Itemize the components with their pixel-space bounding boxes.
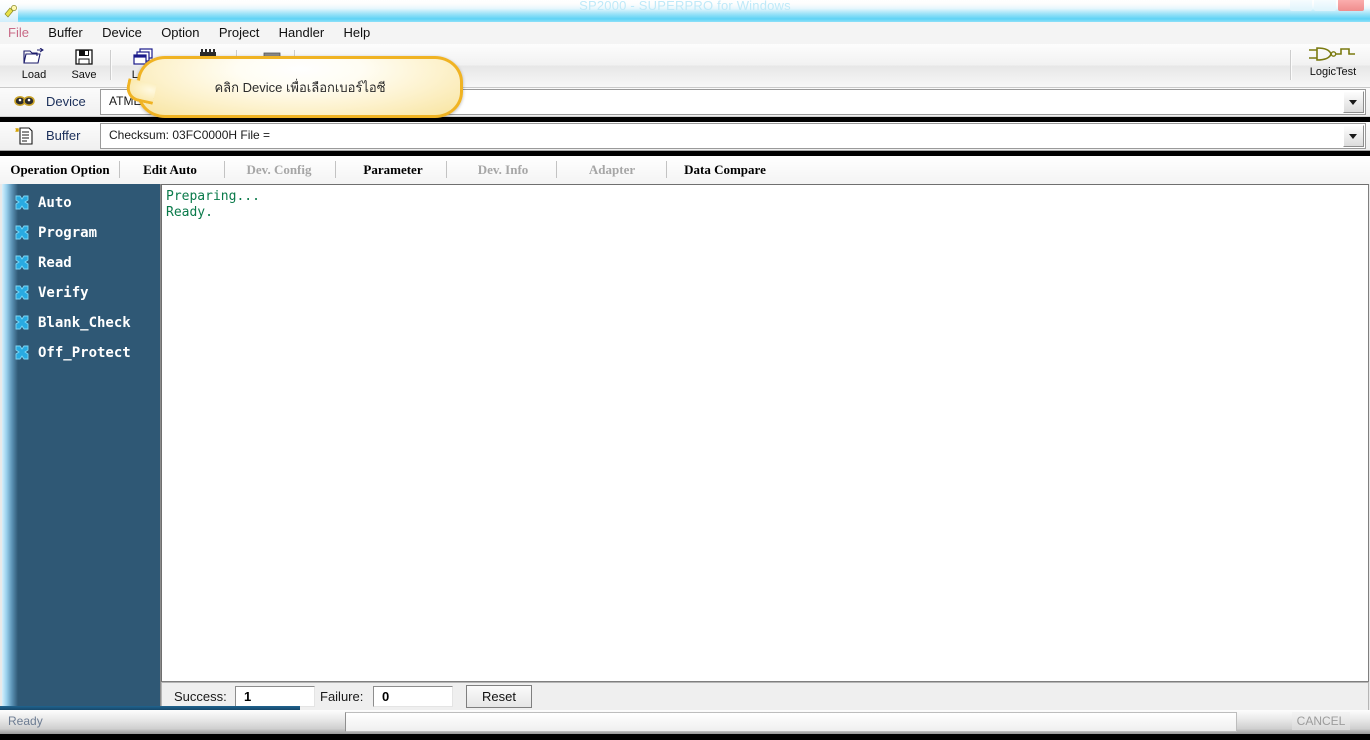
sidebar-item-label: Blank_Check [38, 312, 131, 334]
logic-test-button[interactable]: LogicTest [1300, 46, 1366, 85]
main-body: Auto Program Read [0, 184, 1370, 710]
logic-gate-icon [1300, 46, 1366, 66]
x-cross-icon [14, 315, 30, 331]
tooltip-text: คลิก Device เพื่อเลือกเบอร์ไอซี [140, 59, 460, 115]
cancel-button: CANCEL [1292, 712, 1350, 730]
failure-label: Failure: [320, 689, 363, 705]
reset-button[interactable]: Reset [466, 685, 532, 708]
menu-item-help[interactable]: Help [336, 22, 379, 43]
sidebar-item-label: Off_Protect [38, 342, 131, 364]
counters-row: Success: 1 Failure: 0 Reset [161, 682, 1369, 712]
tab-data-compare[interactable]: Data Compare [668, 156, 782, 183]
success-value: 1 [244, 688, 251, 705]
buffer-row-label: Buffer [46, 127, 80, 145]
maximize-button[interactable] [1314, 0, 1336, 11]
log-line: Preparing... [166, 189, 1368, 205]
tab-adapter: Adapter [568, 156, 656, 183]
tab-parameter[interactable]: Parameter [346, 156, 440, 183]
document-icon [14, 127, 34, 145]
device-row-label: Device [46, 93, 86, 111]
menu-item-device[interactable]: Device [94, 22, 150, 43]
floppy-disk-icon [58, 48, 110, 68]
menu-item-handler[interactable]: Handler [271, 22, 333, 43]
toolbar-separator-4 [1290, 50, 1292, 80]
progress-bar [345, 712, 1237, 732]
sidebar-item-label: Read [38, 252, 72, 274]
chevron-down-icon[interactable] [1343, 91, 1364, 113]
window-title: SP2000 - SUPERPRO for Windows [0, 0, 1370, 17]
buffer-row: Buffer Checksum: 03FC0000H File = [0, 122, 1370, 151]
toolbar-load-label: Load [8, 69, 60, 81]
sidebar-item-label: Auto [38, 192, 72, 214]
tab-strip: Operation Option Edit Auto Dev. Config P… [0, 156, 1370, 186]
x-cross-icon [14, 345, 30, 361]
sidebar-item-label: Program [38, 222, 97, 244]
chevron-down-icon[interactable] [1343, 125, 1364, 147]
status-bar: Ready CANCEL [0, 710, 1370, 734]
operation-sidebar: Auto Program Read [2, 184, 161, 708]
toolbar-save-button[interactable]: Save [58, 46, 110, 85]
x-cross-icon [14, 285, 30, 301]
sidebar-item-label: Verify [38, 282, 89, 304]
status-text: Ready [8, 714, 43, 729]
x-cross-icon [14, 225, 30, 241]
tab-operation-option[interactable]: Operation Option [6, 156, 114, 183]
menu-item-option[interactable]: Option [153, 22, 207, 43]
x-cross-icon [14, 195, 30, 211]
menu-item-project[interactable]: Project [211, 22, 267, 43]
application-window: SP2000 - SUPERPRO for Windows File Buffe… [0, 0, 1370, 740]
tab-dev-info: Dev. Info [458, 156, 548, 183]
success-field[interactable]: 1 [235, 686, 315, 707]
tab-dev-config: Dev. Config [230, 156, 328, 183]
tooltip-balloon: คลิก Device เพื่อเลือกเบอร์ไอซี [137, 56, 463, 118]
failure-value: 0 [382, 688, 389, 705]
buffer-combobox[interactable]: Checksum: 03FC0000H File = [100, 123, 1366, 149]
tab-divider [335, 161, 336, 178]
open-folder-icon [8, 48, 60, 68]
minimize-button[interactable] [1290, 0, 1312, 11]
buffer-value: Checksum: 03FC0000H File = [109, 128, 270, 143]
tab-divider [556, 161, 557, 178]
menu-item-file[interactable]: File [0, 22, 37, 43]
failure-field[interactable]: 0 [373, 686, 453, 707]
window-controls [1288, 0, 1364, 14]
x-cross-icon [14, 255, 30, 271]
toolbar-save-label: Save [58, 69, 110, 81]
toolbar-load-button[interactable]: Load [8, 46, 60, 85]
title-bar: SP2000 - SUPERPRO for Windows [0, 0, 1370, 22]
success-label: Success: [174, 689, 227, 705]
tab-divider [666, 161, 667, 178]
logic-test-label: LogicTest [1300, 66, 1366, 78]
close-button[interactable] [1338, 0, 1364, 11]
tab-divider [119, 161, 120, 178]
log-line: Ready. [166, 205, 1368, 221]
menu-bar: File Buffer Device Option Project Handle… [0, 22, 1370, 45]
toolbar-separator-1 [110, 50, 112, 80]
tab-divider [446, 161, 447, 178]
menu-item-buffer[interactable]: Buffer [40, 22, 90, 43]
log-output-panel[interactable]: Preparing... Ready. [161, 184, 1369, 682]
tab-divider [224, 161, 225, 178]
glasses-icon [14, 93, 34, 111]
tab-edit-auto[interactable]: Edit Auto [126, 156, 214, 183]
